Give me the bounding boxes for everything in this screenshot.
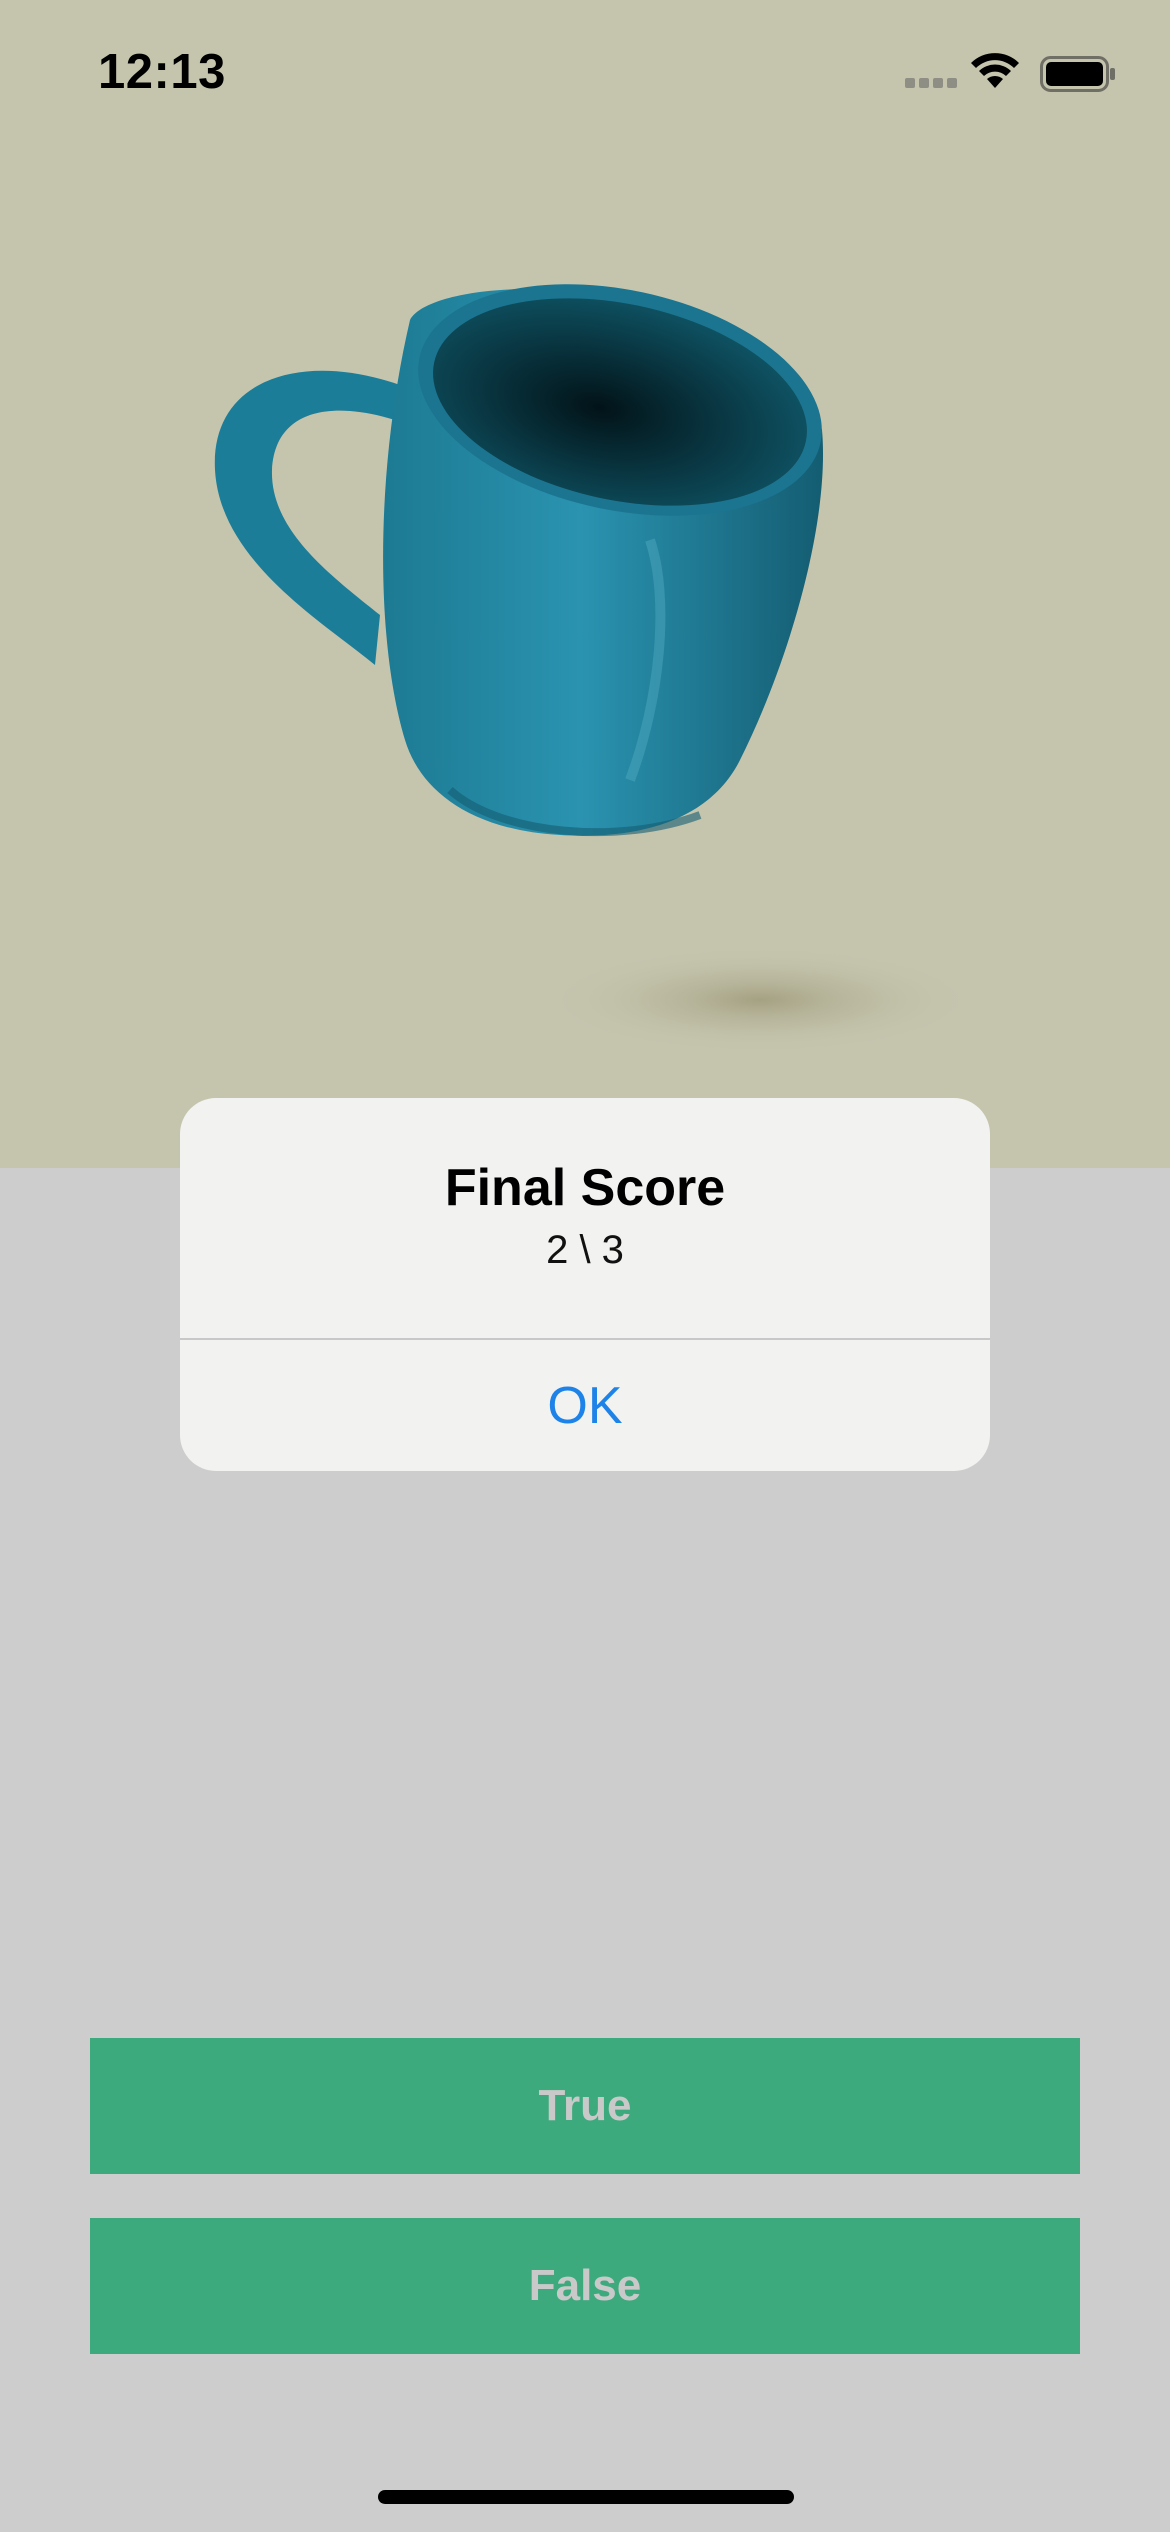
alert-title: Final Score	[444, 1159, 726, 1217]
final-score-alert: Final Score 2 \ 3 OK	[180, 1098, 990, 1471]
ok-button[interactable]: OK	[180, 1340, 990, 1471]
question-image	[0, 0, 1170, 1168]
false-button[interactable]: False	[90, 2218, 1080, 2354]
status-bar: 12:13	[0, 0, 1170, 150]
alert-score-message: 2 \ 3	[546, 1228, 624, 1272]
home-indicator[interactable]	[378, 2490, 794, 2504]
mug-illustration	[214, 284, 980, 1055]
wifi-icon	[971, 53, 1019, 88]
true-button[interactable]: True	[90, 2038, 1080, 2174]
battery-icon	[1040, 56, 1115, 92]
status-time: 12:13	[98, 45, 226, 99]
